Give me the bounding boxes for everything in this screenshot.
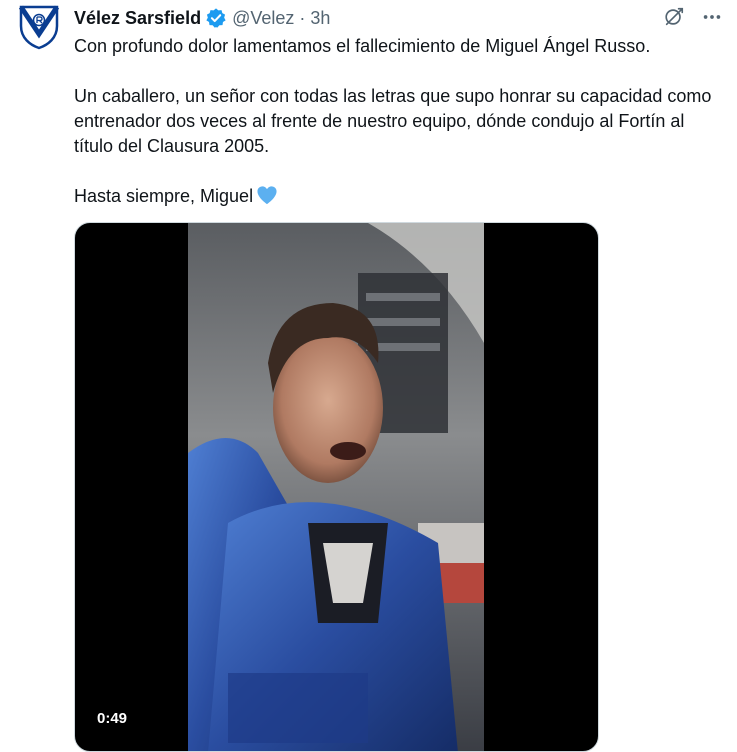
tweet-actions	[663, 6, 723, 28]
tweet-timestamp[interactable]: 3h	[310, 8, 330, 29]
tweet-text-line3: Hasta siempre, Miguel	[74, 186, 254, 206]
more-options-icon[interactable]	[701, 6, 723, 28]
separator-dot: ·	[299, 7, 306, 28]
video-duration: 0:49	[89, 708, 136, 729]
tweet-header: Vélez Sarsfield @Velez · 3h	[74, 6, 330, 30]
tweet-text-line1: Con profundo dolor lamentamos el falleci…	[74, 36, 651, 56]
video-player[interactable]: 0:49	[74, 222, 599, 752]
author-handle[interactable]: @Velez	[232, 8, 294, 29]
tweet-text: Con profundo dolor lamentamos el falleci…	[74, 34, 724, 209]
grok-icon[interactable]	[663, 6, 685, 28]
verified-badge-icon	[205, 7, 227, 29]
tweet: Vélez Sarsfield @Velez · 3h Con profundo…	[0, 0, 737, 752]
blue-heart-icon	[256, 185, 278, 205]
video-thumbnail	[188, 223, 484, 751]
tweet-text-line2: Un caballero, un señor con todas las let…	[74, 86, 712, 156]
author-name[interactable]: Vélez Sarsfield	[74, 8, 201, 29]
tweet-text-line3-wrapper: Hasta siempre, Miguel	[74, 184, 724, 209]
velez-shield-icon[interactable]	[18, 4, 60, 50]
